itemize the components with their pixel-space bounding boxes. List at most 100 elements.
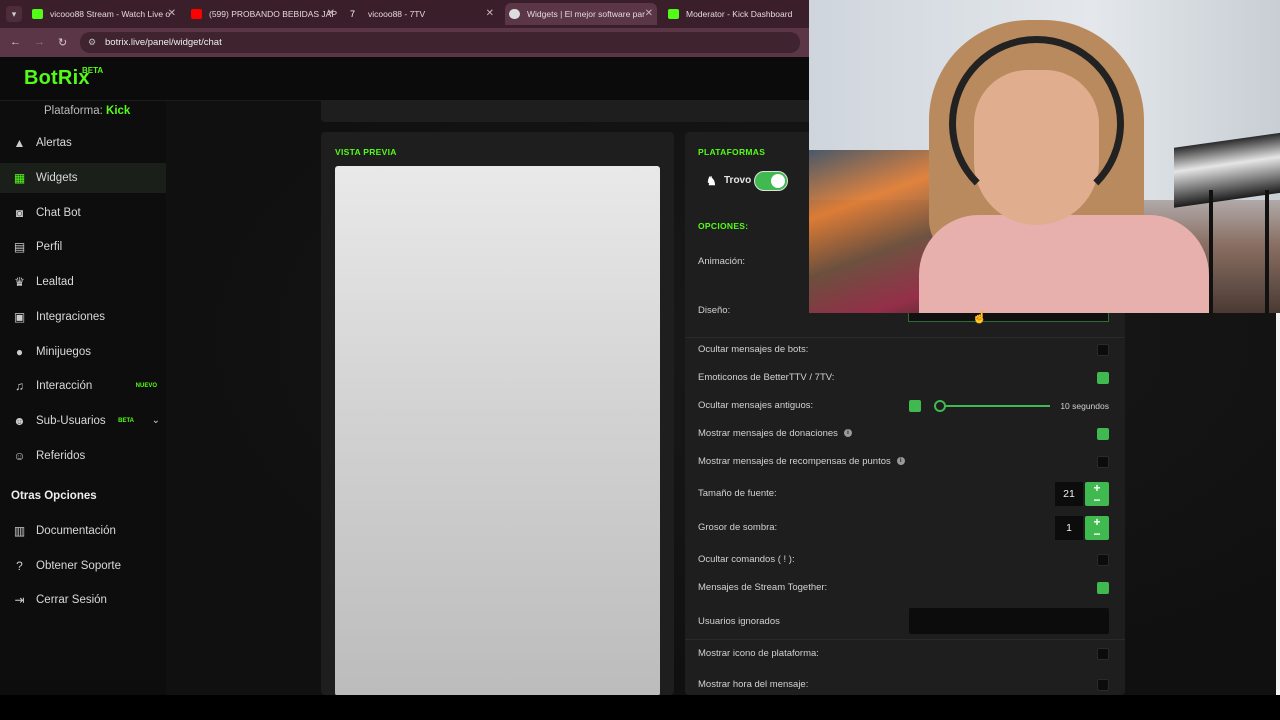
- option-row: Mostrar icono de plataforma:: [698, 640, 1109, 668]
- screen: ▾ vicooo88 Stream - Watch Live o ✕ (599)…: [0, 0, 1280, 720]
- webcam-overlay: [809, 0, 1280, 313]
- sidebar-item-label: Alertas: [36, 137, 72, 149]
- bttv-emotes-checkbox[interactable]: [1097, 372, 1109, 384]
- sidebar-item-label: Obtener Soporte: [36, 560, 122, 572]
- sidebar-item-alertas[interactable]: ▲ Alertas: [0, 128, 166, 158]
- sidebar-item-minijuegos[interactable]: ● Minijuegos: [0, 337, 166, 367]
- platform-indicator: Plataforma: Kick: [44, 105, 130, 117]
- option-label: Ocultar mensajes antiguos:: [698, 400, 814, 411]
- page-scrollbar[interactable]: [1276, 313, 1280, 695]
- sidebar-item-cerrar-sesion[interactable]: ⇥ Cerrar Sesión: [0, 585, 166, 615]
- botrix-logo[interactable]: BotRix: [24, 67, 90, 90]
- sidebar-item-integraciones[interactable]: ▣ Integraciones: [0, 302, 166, 332]
- font-size-stepper[interactable]: + −: [1085, 482, 1109, 506]
- tab-title: Widgets | El mejor software par: [527, 9, 645, 19]
- music-icon: ♫: [15, 379, 24, 393]
- chevron-down-icon[interactable]: ⌄: [152, 406, 160, 436]
- shadow-value[interactable]: 1: [1055, 516, 1083, 540]
- close-icon[interactable]: ✕: [645, 3, 653, 25]
- sidebar-item-perfil[interactable]: ▤ Perfil: [0, 232, 166, 262]
- option-label: Mostrar icono de plataforma:: [698, 648, 819, 659]
- logo-badge: BETA: [82, 66, 104, 75]
- app-topbar: BotRix BETA: [0, 57, 809, 101]
- sidebar-item-label: Lealtad: [36, 276, 74, 288]
- id-card-icon: ▤: [13, 240, 26, 254]
- donations-checkbox[interactable]: [1097, 428, 1109, 440]
- url-field[interactable]: ⚙ botrix.live/panel/widget/chat: [80, 32, 800, 53]
- option-row: Ocultar mensajes antiguos: 10 segundos: [698, 392, 1109, 420]
- tab-title: (599) PROBANDO BEBIDAS JAP: [209, 9, 338, 19]
- browser-tab[interactable]: vicooo88 Stream - Watch Live o ✕: [28, 3, 180, 25]
- robot-icon: ◙: [15, 206, 24, 220]
- tab-title: vicooo88 Stream - Watch Live o: [50, 9, 171, 19]
- browser-tab[interactable]: Moderator - Kick Dashboard: [664, 3, 809, 25]
- option-row: Mostrar mensajes de recompensas de punto…: [698, 448, 1109, 476]
- sidebar-item-lealtad[interactable]: ♛ Lealtad: [0, 267, 166, 297]
- hide-bots-checkbox[interactable]: [1097, 344, 1109, 356]
- browser-tab-active[interactable]: Widgets | El mejor software par ✕: [505, 3, 657, 25]
- doc-icon: ▥: [13, 524, 26, 538]
- chat-preview: [335, 166, 660, 696]
- platform-value: Kick: [106, 105, 131, 117]
- sidebar-item-label: Cerrar Sesión: [36, 594, 107, 606]
- hide-old-messages-checkbox[interactable]: [909, 400, 921, 412]
- option-row: Mostrar mensajes de donaciones i: [698, 420, 1109, 448]
- site-info-icon[interactable]: ⚙: [88, 32, 96, 53]
- sidebar-item-label: Integraciones: [36, 311, 106, 323]
- sidebar-item-interaccion[interactable]: ♫ Interacción NUEVO: [0, 371, 166, 401]
- stream-together-checkbox[interactable]: [1097, 582, 1109, 594]
- close-icon[interactable]: ✕: [168, 3, 176, 25]
- option-row: Emoticonos de BetterTTV / 7TV:: [698, 364, 1109, 392]
- option-row: Ocultar mensajes de bots:: [698, 336, 1109, 364]
- platform-label: Plataforma:: [44, 105, 103, 117]
- slider-handle[interactable]: [934, 400, 946, 412]
- sidebar-item-documentacion[interactable]: ▥ Documentación: [0, 516, 166, 546]
- sidebar-item-sub-usuarios[interactable]: ☻ Sub-Usuarios BETA ⌄: [0, 406, 166, 436]
- youtube-icon: [191, 9, 202, 19]
- ignored-users-input[interactable]: [909, 608, 1109, 634]
- option-label: Mensajes de Stream Together:: [698, 582, 828, 593]
- forward-icon[interactable]: →: [34, 36, 45, 48]
- back-icon[interactable]: ←: [10, 36, 21, 48]
- info-icon[interactable]: i: [843, 429, 852, 438]
- info-icon[interactable]: i: [896, 457, 905, 466]
- reload-icon[interactable]: ↻: [58, 36, 67, 49]
- trovo-toggle[interactable]: [754, 171, 788, 191]
- sidebar-item-label: Perfil: [36, 241, 63, 253]
- sidebar-item-label: Chat Bot: [36, 207, 81, 219]
- minus-icon[interactable]: −: [1085, 494, 1109, 506]
- option-label: Ocultar mensajes de bots:: [698, 344, 809, 355]
- sidebar-item-label: Sub-Usuarios: [36, 415, 106, 427]
- platform-icon-checkbox[interactable]: [1097, 648, 1109, 660]
- shadow-stepper[interactable]: + −: [1085, 516, 1109, 540]
- design-select[interactable]: [908, 313, 1109, 322]
- points-rewards-checkbox[interactable]: [1097, 456, 1109, 468]
- beta-badge: BETA: [118, 418, 134, 424]
- sidebar-item-widgets[interactable]: ▦ Widgets: [0, 163, 166, 193]
- plug-icon: ▣: [13, 310, 26, 324]
- url-text: botrix.live/panel/widget/chat: [105, 37, 222, 48]
- option-row: Mensajes de Stream Together:: [698, 574, 1109, 602]
- 7tv-icon: 7: [350, 9, 356, 19]
- message-time-checkbox[interactable]: [1097, 679, 1109, 691]
- close-icon[interactable]: ✕: [327, 3, 335, 25]
- grid-icon: ▦: [13, 171, 26, 185]
- browser-tab[interactable]: 7 vicooo88 - 7TV ✕: [346, 3, 498, 25]
- tab-search-chevron-icon[interactable]: ▾: [6, 6, 22, 22]
- hide-delay-slider[interactable]: [938, 405, 1050, 407]
- option-label-wrap: Mostrar mensajes de recompensas de punto…: [698, 448, 905, 476]
- browser-tab[interactable]: (599) PROBANDO BEBIDAS JAP ✕: [187, 3, 339, 25]
- hide-commands-checkbox[interactable]: [1097, 554, 1109, 566]
- design-label: Diseño:: [698, 305, 731, 316]
- option-label: Emoticonos de BetterTTV / 7TV:: [698, 372, 835, 383]
- sidebar-item-soporte[interactable]: ? Obtener Soporte: [0, 551, 166, 581]
- warning-icon: ▲: [13, 136, 26, 150]
- sidebar-item-referidos[interactable]: ☺ Referidos: [0, 441, 166, 471]
- sidebar-item-chat-bot[interactable]: ◙ Chat Bot: [0, 198, 166, 228]
- option-label: Mostrar mensajes de recompensas de punto…: [698, 456, 891, 467]
- font-size-value[interactable]: 21: [1055, 482, 1083, 506]
- sidebar-item-label: Documentación: [36, 525, 116, 537]
- hand-cursor-icon: ☝: [972, 310, 987, 324]
- close-icon[interactable]: ✕: [486, 3, 494, 25]
- minus-icon[interactable]: −: [1085, 528, 1109, 540]
